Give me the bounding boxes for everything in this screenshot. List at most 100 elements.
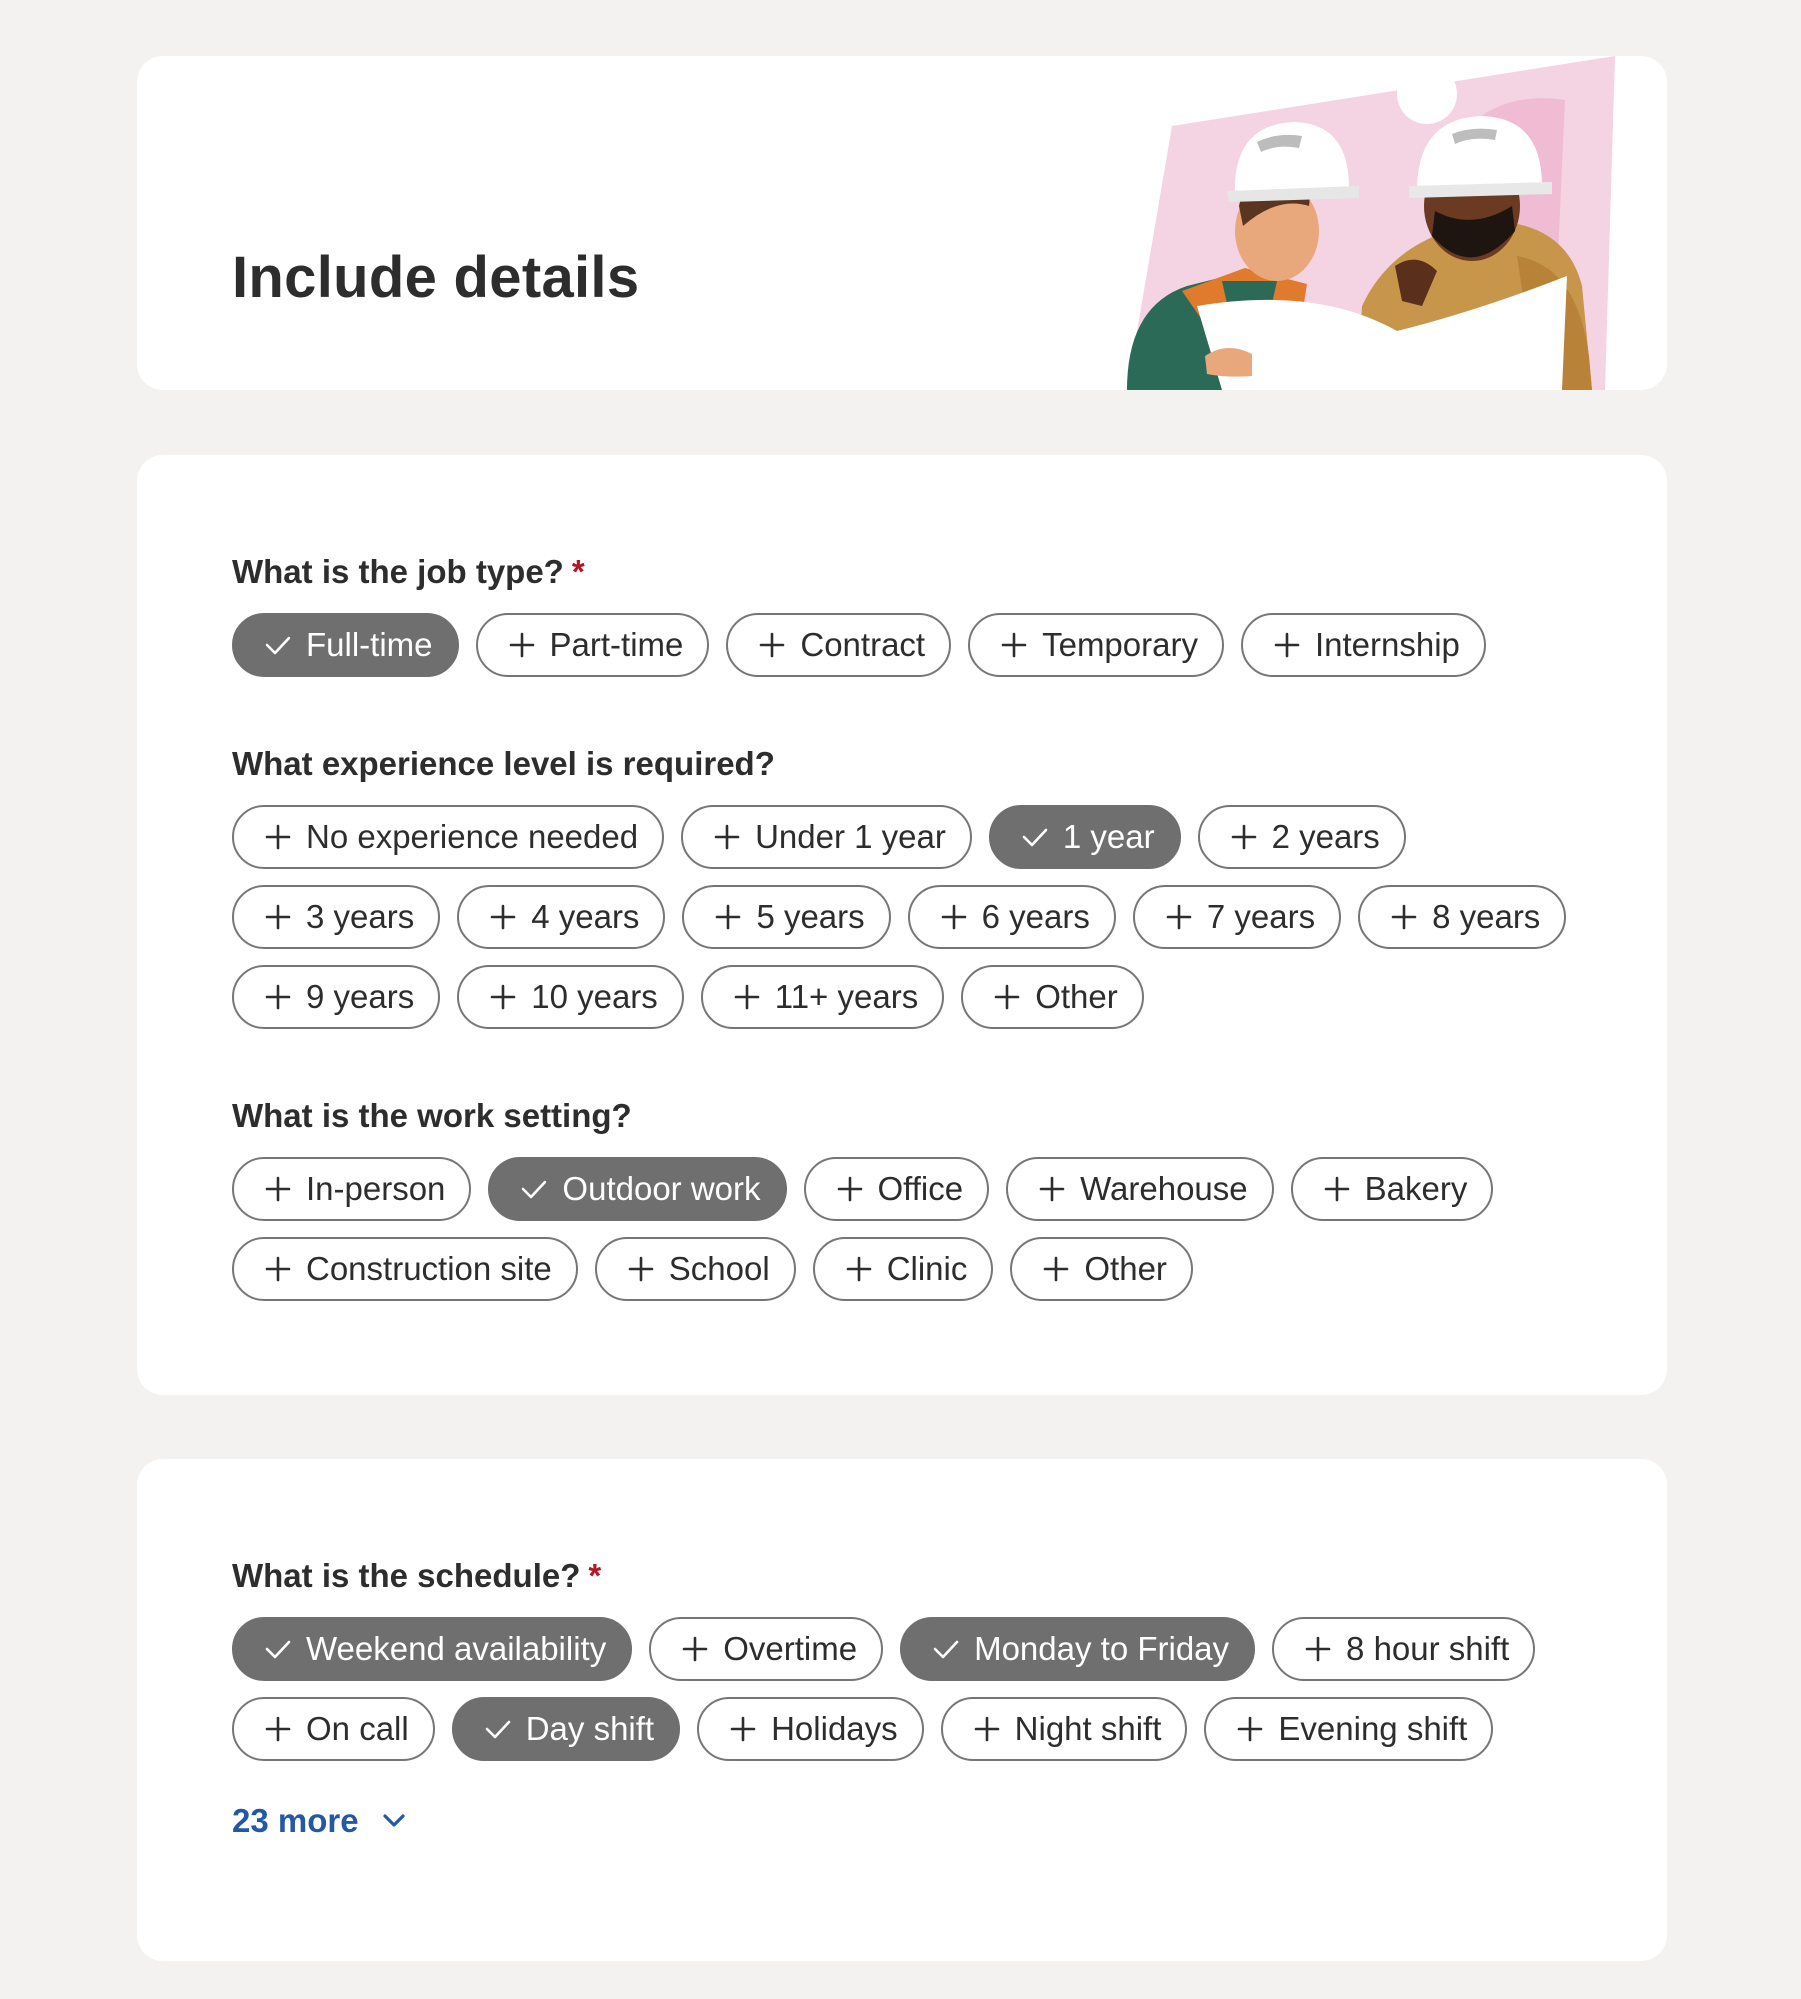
plus-icon — [490, 904, 516, 930]
chip-other[interactable]: Other — [1010, 1237, 1193, 1301]
chip-night-shift[interactable]: Night shift — [940, 1697, 1188, 1761]
plus-icon — [1324, 1176, 1349, 1202]
chip-8-years[interactable]: 8 years — [1358, 885, 1567, 949]
check-icon — [933, 1640, 959, 1659]
chip-label: 3 years — [306, 898, 415, 935]
chip-label: 8 hour shift — [1346, 1630, 1510, 1667]
check-icon — [522, 1180, 547, 1199]
chip-day-shift[interactable]: Day shift — [451, 1697, 681, 1761]
chip-full-time[interactable]: Full-time — [232, 613, 459, 677]
chip-11plus-years[interactable]: 11+ years — [700, 965, 945, 1029]
chip-in-person[interactable]: In-person — [232, 1157, 472, 1221]
show-more-schedule-link[interactable]: 23 more — [232, 1802, 407, 1840]
chip-5-years[interactable]: 5 years — [682, 885, 891, 949]
schedule-options-row-2: On call Day shift Holidays Night shift Eveni… — [232, 1697, 1494, 1761]
chip-part-time[interactable]: Part-time — [475, 613, 710, 677]
plus-icon — [734, 984, 760, 1010]
chip-label: Evening shift — [1278, 1710, 1468, 1747]
work-setting-options-row-1: In-person Outdoor work Office Warehouse Bake… — [232, 1157, 1494, 1221]
chip-label: Contract — [800, 626, 926, 663]
chevron-down-icon — [382, 1814, 405, 1827]
chip-8-hour-shift[interactable]: 8 hour shift — [1272, 1617, 1536, 1681]
required-asterisk: * — [588, 1557, 602, 1594]
job-type-question: What is the job type? * — [232, 553, 585, 591]
plus-icon — [1044, 1256, 1069, 1282]
chip-3-years[interactable]: 3 years — [232, 885, 441, 949]
experience-options-row-1: No experience needed Under 1 year 1 year 2 … — [232, 805, 1406, 869]
chip-1-year[interactable]: 1 year — [988, 805, 1181, 869]
chip-label: Other — [1084, 1250, 1167, 1287]
schedule-question-text: What is the schedule? — [232, 1557, 581, 1594]
schedule-card: What is the schedule? * Weekend availabil… — [137, 1459, 1667, 1961]
chip-label: 6 years — [981, 898, 1090, 935]
chip-9-years[interactable]: 9 years — [232, 965, 441, 1029]
chip-weekend-availability[interactable]: Weekend availability — [232, 1617, 633, 1681]
page-title: Include details — [232, 245, 640, 310]
chip-evening-shift[interactable]: Evening shift — [1204, 1697, 1494, 1761]
check-icon — [265, 636, 291, 655]
check-icon — [485, 1720, 511, 1739]
job-type-options: Full-time Part-time Contract Temporary Inter… — [232, 613, 1486, 677]
plus-icon — [1166, 904, 1192, 930]
plus-icon — [265, 824, 291, 850]
plus-icon — [760, 632, 785, 658]
chip-label: Holidays — [771, 1710, 898, 1747]
chip-contract[interactable]: Contract — [726, 613, 952, 677]
chip-label: 1 year — [1062, 818, 1155, 855]
chip-label: Night shift — [1014, 1710, 1162, 1747]
plus-icon — [265, 984, 291, 1010]
plus-icon — [1001, 632, 1027, 658]
chip-10-years[interactable]: 10 years — [457, 965, 684, 1029]
chip-label: Construction site — [306, 1250, 552, 1287]
chip-label: Temporary — [1042, 626, 1198, 663]
required-asterisk: * — [571, 553, 585, 590]
chip-on-call[interactable]: On call — [232, 1697, 435, 1761]
header-card: Include details — [137, 56, 1667, 390]
chip-overtime[interactable]: Overtime — [649, 1617, 884, 1681]
chip-outdoor-work[interactable]: Outdoor work — [488, 1157, 787, 1221]
chip-clinic[interactable]: Clinic — [812, 1237, 994, 1301]
plus-icon — [490, 984, 516, 1010]
schedule-options-row-1: Weekend availability Overtime Monday to Fr… — [232, 1617, 1536, 1681]
chip-label: School — [668, 1250, 770, 1287]
chip-other[interactable]: Other — [961, 965, 1144, 1029]
plus-icon — [1039, 1176, 1065, 1202]
chip-internship[interactable]: Internship — [1240, 613, 1486, 677]
plus-icon — [1231, 824, 1256, 850]
chip-monday-to-friday[interactable]: Monday to Friday — [900, 1617, 1256, 1681]
chip-holidays[interactable]: Holidays — [697, 1697, 924, 1761]
chip-office[interactable]: Office — [803, 1157, 990, 1221]
chip-bakery[interactable]: Bakery — [1290, 1157, 1494, 1221]
check-icon — [265, 1640, 291, 1659]
plus-icon — [1391, 904, 1417, 930]
plus-icon — [265, 1256, 291, 1282]
plus-icon — [509, 632, 534, 658]
chip-label: No experience needed — [306, 818, 639, 855]
chip-school[interactable]: School — [594, 1237, 796, 1301]
plus-icon — [846, 1256, 871, 1282]
plus-icon — [837, 1176, 862, 1202]
chip-label: Overtime — [723, 1630, 858, 1667]
chip-label: Clinic — [886, 1250, 968, 1287]
chip-label: Office — [877, 1170, 964, 1207]
chip-label: Monday to Friday — [974, 1630, 1230, 1667]
chip-construction-site[interactable]: Construction site — [232, 1237, 578, 1301]
chip-2-years[interactable]: 2 years — [1197, 805, 1406, 869]
chip-6-years[interactable]: 6 years — [907, 885, 1116, 949]
experience-options-row-3: 9 years 10 years 11+ years Other — [232, 965, 1144, 1029]
chip-7-years[interactable]: 7 years — [1132, 885, 1342, 949]
plus-icon — [265, 1716, 291, 1742]
chip-label: Day shift — [525, 1710, 655, 1747]
plus-icon — [265, 904, 291, 930]
plus-icon — [716, 904, 741, 930]
chip-temporary[interactable]: Temporary — [968, 613, 1224, 677]
schedule-question: What is the schedule? * — [232, 1557, 601, 1595]
plus-icon — [682, 1636, 708, 1662]
chip-label: Outdoor work — [562, 1170, 761, 1207]
experience-question: What experience level is required? — [232, 745, 775, 782]
chip-4-years[interactable]: 4 years — [457, 885, 666, 949]
chip-warehouse[interactable]: Warehouse — [1006, 1157, 1274, 1221]
chip-under-1-year[interactable]: Under 1 year — [681, 805, 972, 869]
chip-no-experience-needed[interactable]: No experience needed — [232, 805, 665, 869]
chip-label: Full-time — [306, 626, 433, 663]
